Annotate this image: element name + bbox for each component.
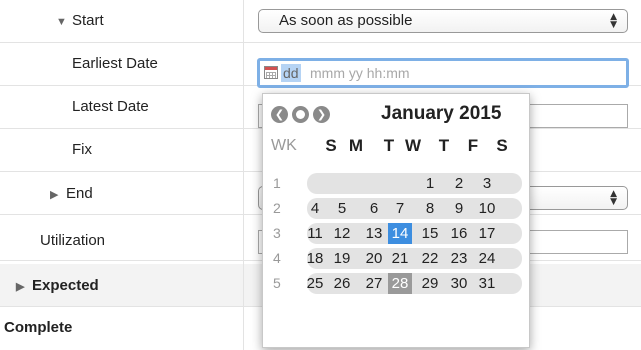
chevron-up-down-icon: ▲ ▼ [610,12,617,30]
earliest-date-field[interactable]: dd mmm yy hh:mm [257,58,629,88]
week-number: 5 [273,275,281,291]
triangle-right-icon[interactable]: ▶ [50,188,66,201]
calendar-day[interactable]: 12 [330,223,354,244]
next-month-icon[interactable]: ❯ [313,106,330,123]
column-divider [243,0,244,350]
calendar-day[interactable]: 18 [303,248,327,269]
calendar-day[interactable]: 7 [388,198,412,219]
day-header: M [348,136,364,155]
start-select-value: As soon as possible [279,12,413,29]
calendar-day[interactable]: 9 [447,198,471,219]
earliest-date-format[interactable]: mmm yy hh:mm [310,64,410,82]
prev-month-icon[interactable]: ❮ [271,106,288,123]
calendar-day[interactable]: 10 [475,198,499,219]
calendar-day[interactable]: 17 [475,223,499,244]
calendar-day[interactable]: 1 [418,173,442,194]
utilization-label: Utilization [40,232,106,249]
calendar-day-today[interactable]: 28 [388,273,412,294]
start-label-text: Start [72,12,104,29]
start-label[interactable]: ▼ Start [56,12,104,29]
row-start: ▼ Start As soon as possible ▲ ▼ [0,0,641,43]
expected-label-text: Expected [32,277,99,294]
calendar-day[interactable]: 4 [303,198,327,219]
latest-date-label: Latest Date [72,98,149,115]
start-select[interactable]: As soon as possible ▲ ▼ [258,9,628,33]
chevron-up-down-icon: ▲ ▼ [610,189,617,207]
calendar-icon[interactable] [264,66,278,79]
triangle-down-icon[interactable]: ▼ [56,16,72,28]
week-number: 4 [273,250,281,266]
complete-label: Complete [4,319,73,336]
calendar-day[interactable]: 22 [418,248,442,269]
fix-label: Fix [72,141,92,158]
day-header: W [404,136,422,155]
calendar-day[interactable]: 15 [418,223,442,244]
day-header: S [325,136,337,155]
calendar-day[interactable]: 20 [362,248,386,269]
calendar-day[interactable]: 5 [330,198,354,219]
day-header: S [496,136,508,155]
calendar-day[interactable]: 19 [330,248,354,269]
day-header: T [383,136,395,155]
week-number: 3 [273,225,281,241]
expected-label[interactable]: ▶ Expected [16,277,99,294]
end-label[interactable]: ▶ End [50,185,93,202]
calendar-day[interactable]: 2 [447,173,471,194]
calendar-popup: ❮ ❯ January 2015 WK S M T W T F S 112324… [262,93,530,348]
triangle-right-icon[interactable]: ▶ [16,280,32,293]
calendar-day[interactable]: 26 [330,273,354,294]
calendar-day[interactable]: 31 [475,273,499,294]
day-header: T [438,136,450,155]
calendar-day[interactable]: 13 [362,223,386,244]
calendar-day[interactable]: 11 [303,223,327,244]
calendar-day[interactable]: 30 [447,273,471,294]
week-number: 1 [273,175,281,191]
calendar-day[interactable]: 21 [388,248,412,269]
day-header: F [467,136,479,155]
calendar-day[interactable]: 8 [418,198,442,219]
week-number-header: WK [271,137,297,154]
calendar-day[interactable]: 3 [475,173,499,194]
calendar-day[interactable]: 24 [475,248,499,269]
calendar-day[interactable]: 27 [362,273,386,294]
month-title: January 2015 [381,103,502,124]
calendar-day[interactable]: 25 [303,273,327,294]
earliest-date-label: Earliest Date [72,55,158,72]
today-icon[interactable] [292,106,309,123]
earliest-date-day-segment[interactable]: dd [281,64,301,82]
calendar-day[interactable]: 29 [418,273,442,294]
calendar-day[interactable]: 6 [362,198,386,219]
week-number: 2 [273,200,281,216]
calendar-day[interactable]: 23 [447,248,471,269]
calendar-day-selected[interactable]: 14 [388,223,412,244]
end-label-text: End [66,185,93,202]
calendar-day[interactable]: 16 [447,223,471,244]
